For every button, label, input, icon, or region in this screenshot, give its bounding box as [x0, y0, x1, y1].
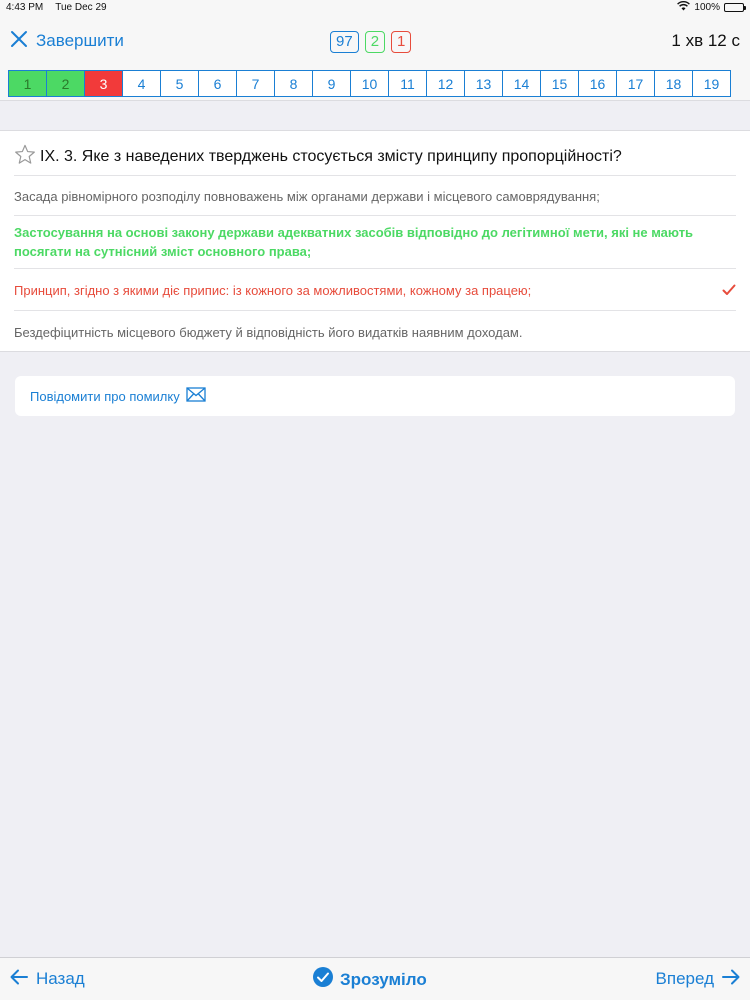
score-counters: 97 2 1: [330, 31, 412, 53]
arrow-left-icon: [10, 969, 28, 990]
spacer: [0, 100, 750, 130]
question-number-6[interactable]: 6: [198, 70, 237, 97]
question-number-1[interactable]: 1: [8, 70, 47, 97]
top-header: Завершити 97 2 1 1 хв 12 с: [0, 14, 750, 68]
status-time: 4:43 PM: [6, 1, 44, 13]
question-number-10[interactable]: 10: [350, 70, 389, 97]
question-number-12[interactable]: 12: [426, 70, 465, 97]
answer-text: Засада рівномірного розподілу повноважен…: [14, 189, 600, 204]
answer-option-3[interactable]: Принцип, згідно з якими діє припис: із к…: [14, 268, 736, 310]
question-number-17[interactable]: 17: [616, 70, 655, 97]
star-icon[interactable]: [14, 144, 36, 170]
battery-icon: [724, 2, 746, 12]
question-number-15[interactable]: 15: [540, 70, 579, 97]
question-number-16[interactable]: 16: [578, 70, 617, 97]
checkmark-icon: [722, 282, 736, 301]
question-number-14[interactable]: 14: [502, 70, 541, 97]
answer-option-4[interactable]: Бездефіцитність місцевого бюджету й відп…: [14, 310, 736, 352]
status-date: Tue Dec 29: [55, 1, 107, 13]
question-number-9[interactable]: 9: [312, 70, 351, 97]
envelope-icon: [186, 387, 206, 405]
answer-text: Застосування на основі закону держави ад…: [14, 225, 694, 259]
question-header: IX. 3. Яке з наведених тверджень стосуєт…: [0, 131, 750, 173]
question-number-4[interactable]: 4: [122, 70, 161, 97]
question-number-19[interactable]: 19: [692, 70, 731, 97]
battery-percent: 100%: [694, 1, 720, 13]
correct-counter: 2: [364, 31, 386, 53]
bottom-toolbar: Назад Зрозуміло Вперед: [0, 957, 750, 1000]
finish-button[interactable]: Завершити: [10, 30, 124, 53]
answer-option-2[interactable]: Застосування на основі закону держави ад…: [14, 215, 736, 268]
forward-button[interactable]: Вперед: [656, 969, 740, 990]
arrow-right-icon: [722, 969, 740, 990]
question-number-8[interactable]: 8: [274, 70, 313, 97]
question-strip: 1 2 3 4 5 6 7 8 9 10 11 12 13 14 15 16 17 18 19: [0, 68, 750, 100]
status-bar: 4:43 PM Tue Dec 29 100%: [0, 0, 750, 14]
question-number-7[interactable]: 7: [236, 70, 275, 97]
report-error-button[interactable]: Повідомити про помилку: [15, 376, 735, 416]
close-icon: [10, 30, 28, 53]
question-number-2[interactable]: 2: [46, 70, 85, 97]
wifi-icon: [677, 0, 691, 14]
answer-text: Бездефіцитність місцевого бюджету й відп…: [14, 325, 523, 340]
timer: 1 хв 12 с: [671, 31, 740, 50]
check-circle-icon: [312, 966, 334, 993]
total-counter: 97: [330, 31, 359, 53]
understood-button[interactable]: Зрозуміло: [312, 966, 427, 993]
back-button[interactable]: Назад: [10, 969, 85, 990]
wrong-counter: 1: [391, 31, 412, 53]
question-number-5[interactable]: 5: [160, 70, 199, 97]
answer-text: Принцип, згідно з якими діє припис: із к…: [14, 283, 532, 298]
answer-option-1[interactable]: Засада рівномірного розподілу повноважен…: [14, 175, 736, 215]
question-card: IX. 3. Яке з наведених тверджень стосуєт…: [0, 130, 750, 352]
question-number-13[interactable]: 13: [464, 70, 503, 97]
understood-label: Зрозуміло: [340, 969, 427, 989]
forward-label: Вперед: [655, 969, 714, 988]
question-title: IX. 3. Яке з наведених тверджень стосуєт…: [40, 148, 622, 165]
question-number-18[interactable]: 18: [654, 70, 693, 97]
question-number-11[interactable]: 11: [388, 70, 427, 97]
question-number-3[interactable]: 3: [84, 70, 123, 97]
finish-label: Завершити: [36, 31, 124, 50]
back-label: Назад: [36, 969, 85, 988]
report-label: Повідомити про помилку: [30, 388, 180, 404]
